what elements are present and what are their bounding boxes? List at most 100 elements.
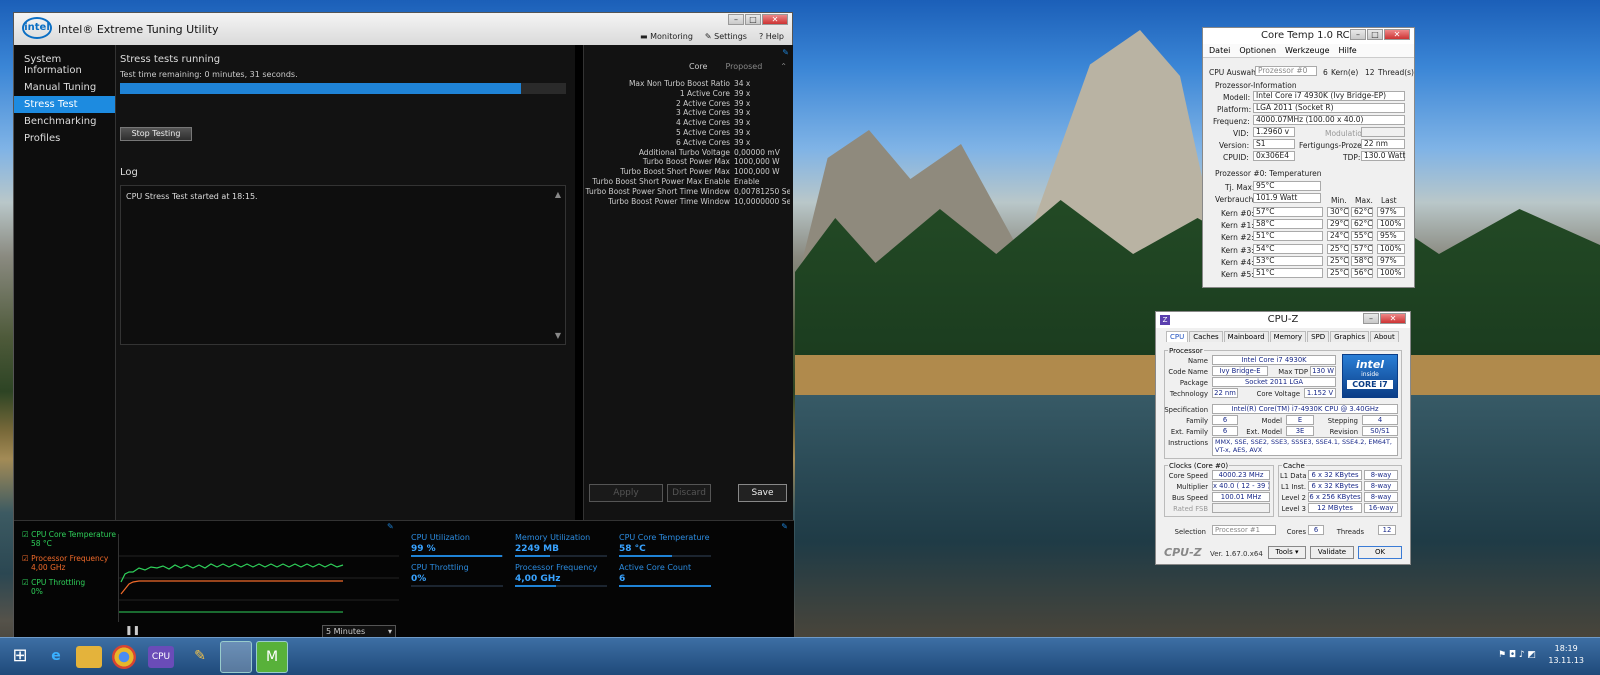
stat-label: Active Core Count xyxy=(619,563,692,572)
chrome-icon[interactable] xyxy=(112,645,136,669)
family-label: Family xyxy=(1186,417,1208,425)
power-value: 101.9 Watt xyxy=(1253,193,1321,203)
power-label: Verbrauch: xyxy=(1215,195,1256,204)
core-temp-temp: 51°C xyxy=(1253,231,1323,242)
save-button[interactable]: Save xyxy=(738,484,787,502)
stat-bar-fill xyxy=(619,555,673,557)
legend-checkbox[interactable]: ☑ CPU Core Temperature xyxy=(22,530,117,539)
cpuz-titlebar[interactable]: Z CPU-Z – ✕ xyxy=(1156,312,1410,328)
core-temp-name: Kern #4: xyxy=(1221,257,1254,267)
core-temp-temp: 51°C xyxy=(1253,268,1323,278)
coretemp-titlebar[interactable]: Core Temp 1.0 RC6 – □ ✕ xyxy=(1203,28,1414,44)
info-heading: Prozessor-Information xyxy=(1215,81,1297,90)
stress-heading: Stress tests running xyxy=(120,54,221,65)
col-core: Core xyxy=(688,62,708,71)
apply-button[interactable]: Apply xyxy=(589,484,663,502)
nav-profiles[interactable]: Profiles xyxy=(14,130,115,147)
discard-button[interactable]: Discard xyxy=(667,484,711,502)
xtu-titlebar[interactable]: intel Intel® Extreme Tuning Utility – □ … xyxy=(14,13,792,45)
stat-bar-track xyxy=(515,585,607,587)
help-button[interactable]: ? Help xyxy=(759,32,784,41)
core-temp-name: Kern #5: xyxy=(1221,270,1254,279)
tab-spd[interactable]: SPD xyxy=(1307,331,1330,342)
menu-datei[interactable]: Datei xyxy=(1209,46,1230,55)
menu-werkzeuge[interactable]: Werkzeuge xyxy=(1285,46,1329,55)
clock[interactable]: 18:19 13.11.13 xyxy=(1548,643,1584,667)
core-temp-temp: 57°C xyxy=(1253,207,1323,217)
stat-value: 4,00 GHz xyxy=(515,574,561,584)
vid-value: 1.2960 v xyxy=(1253,127,1295,137)
tab-memory[interactable]: Memory xyxy=(1269,331,1307,342)
l1i-label: L1 Inst. xyxy=(1281,483,1306,491)
minimize-button[interactable]: – xyxy=(1350,29,1366,40)
minimize-button[interactable]: – xyxy=(1363,313,1379,324)
package-value: Socket 2011 LGA xyxy=(1212,377,1336,387)
core-temp-temp: 58°C xyxy=(1253,219,1323,230)
monitor-settings-icon[interactable]: ✎ xyxy=(387,522,394,531)
stat-bar-track xyxy=(411,585,503,587)
close-button[interactable]: ✕ xyxy=(762,14,788,25)
instructions-label: Instructions xyxy=(1168,439,1208,447)
instructions-line-2: VT-x, AES, AVX xyxy=(1215,446,1263,454)
tech-label: Technology xyxy=(1169,390,1208,398)
explorer-icon[interactable] xyxy=(76,646,102,668)
pin-icon[interactable]: ✎ xyxy=(782,48,789,57)
ext-family-label: Ext. Family xyxy=(1170,428,1208,436)
tab-about[interactable]: About xyxy=(1370,331,1399,342)
close-button[interactable]: ✕ xyxy=(1384,29,1410,40)
scroll-down-icon[interactable]: ▼ xyxy=(555,331,561,340)
cpuz-taskbar-icon[interactable]: CPU xyxy=(148,646,174,668)
selection-label: Selection xyxy=(1174,528,1206,536)
tab-mainboard[interactable]: Mainboard xyxy=(1223,331,1269,342)
stop-testing-button[interactable]: Stop Testing xyxy=(120,127,192,141)
core-temp-load: 95% xyxy=(1377,231,1405,242)
name-label: Name xyxy=(1187,357,1208,365)
settings-button[interactable]: ✎ Settings xyxy=(705,32,747,41)
tray-icons[interactable]: ⚑ ◘ ♪ ◩ xyxy=(1498,650,1536,660)
ext-model-label: Ext. Model xyxy=(1246,428,1282,436)
codename-value: Ivy Bridge-E xyxy=(1212,366,1268,376)
legend-item[interactable]: ☑ CPU Core Temperature 58 °C xyxy=(22,530,117,548)
frequency-series-line xyxy=(120,580,343,595)
tab-graphics[interactable]: Graphics xyxy=(1330,331,1370,342)
cpuid-label: CPUID: xyxy=(1223,153,1249,162)
menu-hilfe[interactable]: Hilfe xyxy=(1339,46,1357,55)
nav-manual-tuning[interactable]: Manual Tuning xyxy=(14,79,115,96)
collapse-icon[interactable]: ⌃ xyxy=(780,62,787,71)
maximize-button[interactable]: □ xyxy=(745,14,761,25)
legend-checkbox[interactable]: ☑ CPU Throttling xyxy=(22,578,117,587)
pause-icon[interactable]: ❚❚ xyxy=(125,626,140,636)
settings-label: Settings xyxy=(714,32,747,41)
core-temp-min: 30°C xyxy=(1327,207,1349,217)
validate-button[interactable]: Validate xyxy=(1310,546,1354,559)
ie-icon[interactable]: e xyxy=(40,641,72,673)
ok-button[interactable]: OK xyxy=(1358,546,1402,559)
monitoring-button[interactable]: ▬ Monitoring xyxy=(640,32,693,41)
freq-value: 4000.07MHz (100.00 x 40.0) xyxy=(1253,115,1405,125)
maximize-button[interactable]: □ xyxy=(1367,29,1383,40)
tools-button[interactable]: Tools ▾ xyxy=(1268,546,1306,559)
stat-label: Memory Utilization xyxy=(515,533,591,542)
close-button[interactable]: ✕ xyxy=(1380,313,1406,324)
legend-checkbox[interactable]: ☑ Processor Frequency xyxy=(22,554,117,563)
tech-value: 22 nm xyxy=(1212,388,1238,398)
proposed-row-value: 39 x xyxy=(734,127,751,137)
tab-caches[interactable]: Caches xyxy=(1189,331,1223,342)
legend-item[interactable]: ☑ CPU Throttling 0% xyxy=(22,578,117,596)
xtu-taskbar-icon[interactable]: M xyxy=(256,641,288,673)
minimize-button[interactable]: – xyxy=(728,14,744,25)
paint-icon[interactable]: ✎ xyxy=(184,641,216,673)
nav-benchmarking[interactable]: Benchmarking xyxy=(14,113,115,130)
nav-stress-test[interactable]: Stress Test xyxy=(14,96,115,113)
nav-system-information[interactable]: System Information xyxy=(14,51,115,79)
temp-series-line xyxy=(120,563,344,583)
menu-optionen[interactable]: Optionen xyxy=(1239,46,1276,55)
tab-cpu[interactable]: CPU xyxy=(1166,331,1189,342)
monitor-stats-settings-icon[interactable]: ✎ xyxy=(781,522,788,531)
cpu-select[interactable]: Prozessor #0 xyxy=(1255,66,1317,76)
legend-item[interactable]: ☑ Processor Frequency 4,00 GHz xyxy=(22,554,117,572)
scroll-up-icon[interactable]: ▲ xyxy=(555,190,561,199)
start-button[interactable]: ⊞ xyxy=(4,641,36,673)
selection-select[interactable]: Processor #1 xyxy=(1212,525,1276,535)
coretemp-taskbar-icon[interactable] xyxy=(220,641,252,673)
